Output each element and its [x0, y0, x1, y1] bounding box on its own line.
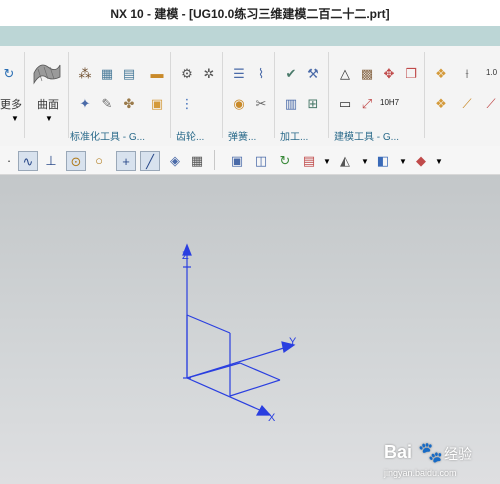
gear-icon[interactable]: ⚙	[178, 64, 196, 82]
separator	[214, 150, 215, 170]
watermark: Bai 🐾 经验 jingyan.baidu.com	[384, 442, 494, 482]
note-icon[interactable]: ▬	[148, 64, 166, 82]
separator	[170, 52, 171, 138]
watermark-url: jingyan.baidu.com	[384, 468, 457, 478]
group-label-modeling-tools[interactable]: 建模工具 - G...	[334, 128, 399, 143]
block-icon[interactable]: ❖	[432, 64, 450, 82]
snap-circle-icon[interactable]: ○	[90, 151, 108, 169]
group-label-gear[interactable]: 齿轮...	[176, 128, 204, 143]
separator	[222, 52, 223, 138]
snap-point-icon[interactable]: ·	[0, 151, 18, 169]
layer-icon[interactable]: ▤	[300, 151, 318, 169]
measure-icon[interactable]: ⟋	[458, 94, 476, 112]
grid-icon[interactable]: ▦	[188, 151, 206, 169]
block-icon[interactable]: ❖	[432, 94, 450, 112]
separator	[24, 52, 25, 138]
chart-icon[interactable]: ☰	[230, 64, 248, 82]
block-icon[interactable]: ▤	[120, 64, 138, 82]
triangle-icon[interactable]: △	[336, 64, 354, 82]
partial-value-label: 1.0	[486, 68, 498, 77]
copy-icon[interactable]: ❐	[402, 64, 420, 82]
ribbon-tab-strip	[0, 26, 500, 46]
gear-icon[interactable]: ✲	[200, 64, 218, 82]
spring-icon[interactable]: ⌇	[252, 64, 270, 82]
measure-icon[interactable]: ⟋	[482, 94, 500, 112]
block-icon[interactable]: ▥	[282, 94, 300, 112]
watermark-suffix: 经验	[444, 446, 472, 462]
separator	[328, 52, 329, 138]
view-icon[interactable]: ◧	[374, 151, 392, 169]
separator	[274, 52, 275, 138]
measure-icon[interactable]: ✂	[252, 94, 270, 112]
part-number-label[interactable]: 10H7	[380, 98, 399, 107]
view-icon[interactable]: ▣	[228, 151, 246, 169]
gear-icon[interactable]: ✤	[120, 94, 138, 112]
measure-icon[interactable]: ⟊	[458, 64, 476, 82]
tools-icon[interactable]: ✦	[76, 94, 94, 112]
group-label-machining[interactable]: 加工...	[280, 128, 308, 143]
separator	[424, 52, 425, 138]
dropdown-arrow-icon[interactable]: ▼	[40, 110, 58, 128]
snap-face-icon[interactable]: ◈	[166, 151, 184, 169]
measure-icon[interactable]: ⤢	[358, 94, 376, 112]
datum-csys[interactable]: Z Y X	[0, 175, 500, 484]
group-label-spring[interactable]: 弹簧...	[228, 128, 256, 143]
separator	[68, 52, 69, 138]
y-axis-label: Y	[289, 336, 297, 348]
dropdown-arrow-icon[interactable]: ▼	[394, 153, 412, 171]
view-icon[interactable]: ◫	[252, 151, 270, 169]
snap-cross-icon[interactable]: +	[116, 151, 136, 171]
ribbon-toolbar: ↻ 更多 ▼ 曲面 ▼ ⁂ ▦ ▤ ▬ ✦ ✎ ✤ ▣ 标准化工具 - G...…	[0, 46, 500, 147]
chart-icon[interactable]: ⋮	[178, 94, 196, 112]
window-title: NX 10 - 建模 - [UG10.0练习三维建模二百二十二.prt]	[110, 6, 390, 21]
window-title-bar: NX 10 - 建模 - [UG10.0练习三维建模二百二十二.prt]	[0, 0, 500, 26]
paw-icon: 🐾	[418, 442, 443, 464]
snap-toolbar: · ∿ ⊥ ⊙ ○ + ╱ ◈ ▦ ▣ ◫ ↻ ▤ ▼ ◭ ▼ ◧ ▼ ◆ ▼	[0, 146, 500, 175]
chart-icon[interactable]: ▣	[148, 94, 166, 112]
view-icon[interactable]: ◭	[336, 151, 354, 169]
dropdown-arrow-icon[interactable]: ▼	[318, 153, 336, 171]
rotate-icon[interactable]: ↻	[0, 64, 18, 82]
surface-icon[interactable]	[32, 58, 62, 86]
grid-icon[interactable]: ▦	[98, 64, 116, 82]
view-icon[interactable]: ◆	[412, 151, 430, 169]
dropdown-arrow-icon[interactable]: ▼	[430, 153, 448, 171]
watermark-brand: Bai	[384, 442, 413, 462]
rotate-icon[interactable]: ↻	[276, 151, 294, 169]
wrench-icon[interactable]: ✎	[98, 94, 116, 112]
snap-perp-icon[interactable]: ⊥	[42, 151, 60, 169]
graphics-viewport[interactable]: Z Y X	[0, 175, 500, 484]
point-set-icon[interactable]: ⁂	[76, 64, 94, 82]
group-label-standard-tools[interactable]: 标准化工具 - G...	[70, 128, 145, 143]
dropdown-arrow-icon[interactable]: ▼	[6, 110, 24, 128]
snap-curve-icon[interactable]: ∿	[18, 151, 38, 171]
x-axis-label: X	[268, 412, 276, 424]
snap-center-icon[interactable]: ⊙	[66, 151, 86, 171]
view-icon[interactable]: ⊞	[304, 94, 322, 112]
spring-icon[interactable]: ◉	[230, 94, 248, 112]
check-icon[interactable]: ✔	[282, 64, 300, 82]
tools-icon[interactable]: ✥	[380, 64, 398, 82]
tools-icon[interactable]: ⚒	[304, 64, 322, 82]
dropdown-arrow-icon[interactable]: ▼	[356, 153, 374, 171]
grid-icon[interactable]: ▩	[358, 64, 376, 82]
snap-line-icon[interactable]: ╱	[140, 151, 160, 171]
note-icon[interactable]: ▭	[336, 94, 354, 112]
z-axis-label: Z	[182, 250, 189, 262]
